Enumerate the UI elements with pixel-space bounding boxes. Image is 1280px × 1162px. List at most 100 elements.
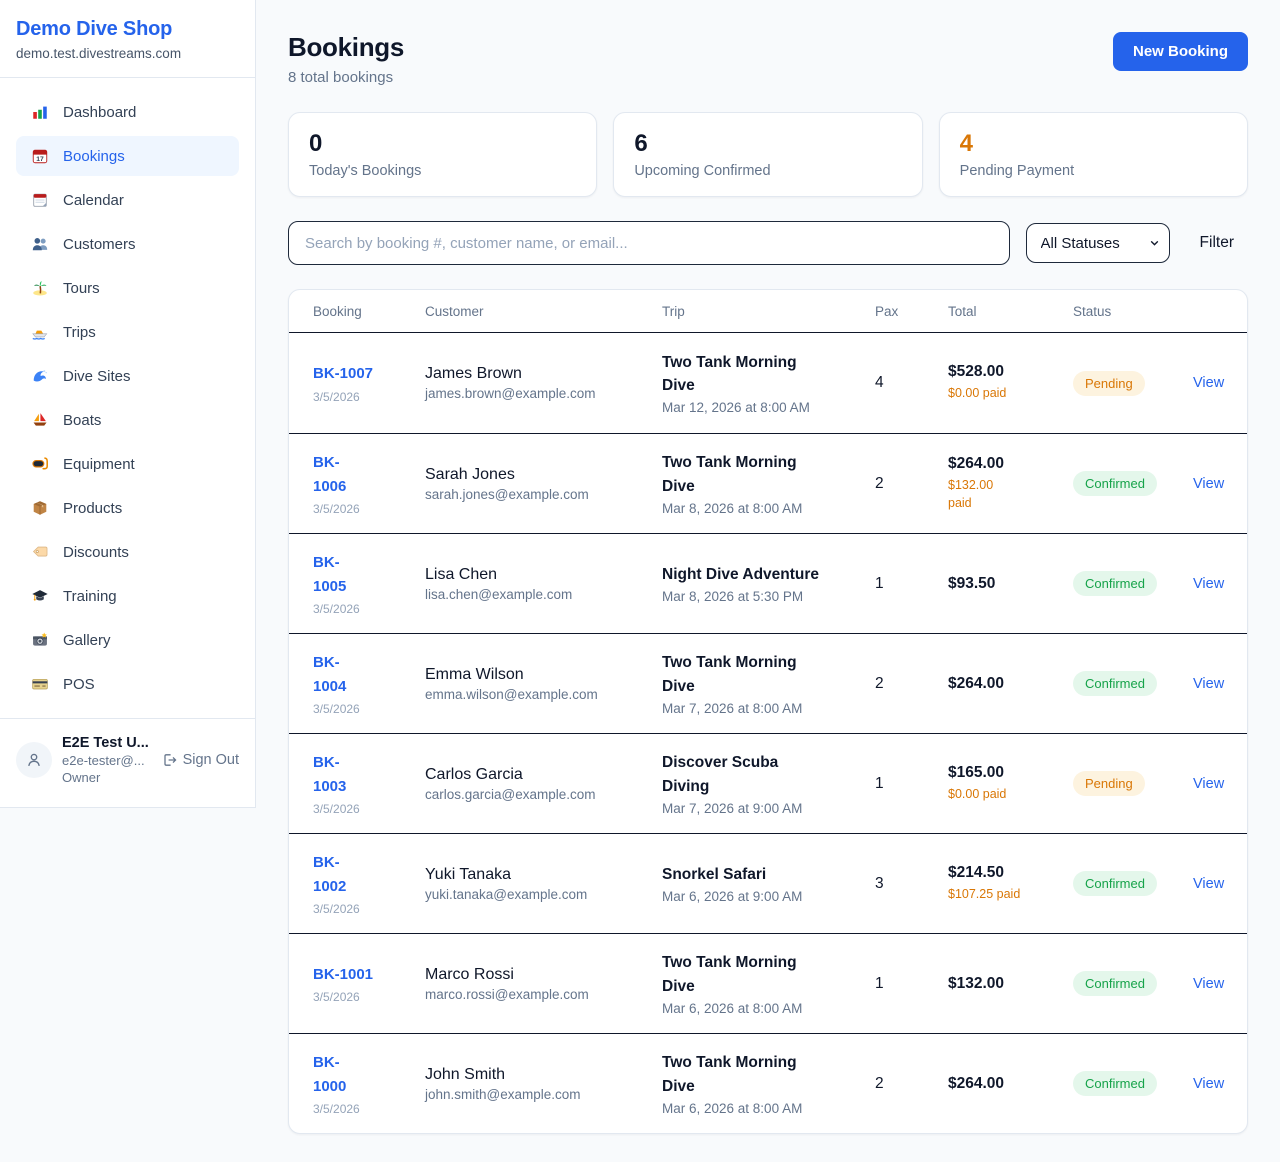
booking-id-link[interactable]: BK- 1000 [313,1051,346,1098]
new-booking-button[interactable]: New Booking [1113,32,1248,71]
status-cell: Pending [1073,771,1193,796]
view-link[interactable]: View [1193,676,1224,692]
sidebar-item-gallery[interactable]: Gallery [16,620,239,660]
booking-id-link[interactable]: BK- 1003 [313,751,346,798]
booking-date: 3/5/2026 [313,1102,425,1116]
actions-cell: View [1193,374,1224,392]
shop-domain: demo.test.divestreams.com [16,46,239,61]
sidebar-item-training[interactable]: Training [16,576,239,616]
trip-date: Mar 8, 2026 at 8:00 AM [662,501,875,516]
booking-id-link[interactable]: BK- 1005 [313,551,346,598]
sidebar-item-discounts[interactable]: Discounts [16,532,239,572]
total-cell: $165.00 $0.00 paid [948,764,1073,803]
trip-cell: Snorkel Safari Mar 6, 2026 at 9:00 AM [662,863,875,904]
trip-name: Two Tank Morning Dive [662,1051,875,1098]
customer-email: sarah.jones@example.com [425,487,662,502]
pax-value: 1 [875,775,948,793]
trip-cell: Discover Scuba Diving Mar 7, 2026 at 9:0… [662,751,875,816]
shop-name-link[interactable]: Demo Dive Shop [16,18,239,41]
total-cell: $264.00 $132.00 paid [948,455,1073,512]
booking-id-link[interactable]: BK- 1004 [313,651,346,698]
customer-name: Emma Wilson [425,666,662,684]
table-row: BK- 1002 3/5/2026 Yuki Tanaka yuki.tanak… [289,833,1247,933]
booking-id-link[interactable]: BK-1001 [313,963,373,986]
trip-cell: Two Tank Morning Dive Mar 7, 2026 at 8:0… [662,651,875,716]
sidebar-item-trips[interactable]: Trips [16,312,239,352]
sidebar-item-label: Dashboard [63,104,136,121]
status-filter-select[interactable]: All Statuses [1026,223,1170,263]
view-link[interactable]: View [1193,576,1224,592]
pax-value: 4 [875,374,948,392]
table-body: BK-1007 3/5/2026 James Brown james.brown… [289,333,1247,1133]
pos-icon [30,675,50,693]
booking-cell: BK- 1005 3/5/2026 [313,551,425,616]
booking-date: 3/5/2026 [313,502,425,516]
column-trip: Trip [662,304,875,319]
stat-card-todays-bookings: 0 Today's Bookings [288,112,597,197]
booking-id-link[interactable]: BK-1007 [313,362,373,385]
actions-cell: View [1193,475,1224,493]
sign-out-icon [161,752,177,768]
view-link[interactable]: View [1193,776,1224,792]
trip-name: Two Tank Morning Dive [662,451,875,498]
view-link[interactable]: View [1193,1076,1224,1092]
trip-name: Discover Scuba Diving [662,751,875,798]
sidebar-item-pos[interactable]: POS [16,664,239,704]
sidebar-item-equipment[interactable]: Equipment [16,444,239,484]
sign-out-button[interactable]: Sign Out [161,752,239,768]
status-cell: Confirmed [1073,471,1193,496]
equipment-icon [30,455,50,473]
sidebar-footer: E2E Test U... e2e-tester@... Owner Sign … [0,718,255,807]
booking-date: 3/5/2026 [313,902,425,916]
table-row: BK- 1005 3/5/2026 Lisa Chen lisa.chen@ex… [289,533,1247,633]
user-meta: E2E Test U... e2e-tester@... Owner [62,735,151,785]
actions-cell: View [1193,1075,1224,1093]
main-content: Bookings 8 total bookings New Booking 0 … [256,0,1280,1162]
trip-date: Mar 12, 2026 at 8:00 AM [662,400,875,415]
column-pax: Pax [875,304,948,319]
trip-date: Mar 7, 2026 at 8:00 AM [662,701,875,716]
status-cell: Confirmed [1073,671,1193,696]
bookings-table: Booking Customer Trip Pax Total Status B… [288,289,1248,1134]
customer-email: marco.rossi@example.com [425,987,662,1002]
total-amount: $264.00 [948,1075,1073,1093]
view-link[interactable]: View [1193,976,1224,992]
status-badge: Confirmed [1073,571,1157,596]
booking-id-link[interactable]: BK- 1002 [313,851,346,898]
sidebar-item-dashboard[interactable]: Dashboard [16,92,239,132]
sidebar-item-bookings[interactable]: 17 Bookings [16,136,239,176]
sidebar-item-calendar[interactable]: Calendar [16,180,239,220]
customer-cell: James Brown james.brown@example.com [425,365,662,401]
booking-date: 3/5/2026 [313,990,425,1004]
view-link[interactable]: View [1193,375,1224,391]
total-cell: $264.00 [948,1075,1073,1093]
trips-icon [30,323,50,341]
page-header: Bookings 8 total bookings New Booking [288,32,1248,86]
view-link[interactable]: View [1193,876,1224,892]
filter-button[interactable]: Filter [1186,234,1248,252]
booking-cell: BK- 1000 3/5/2026 [313,1051,425,1116]
table-header-row: Booking Customer Trip Pax Total Status [289,290,1247,333]
view-link[interactable]: View [1193,476,1224,492]
customer-name: Carlos Garcia [425,766,662,784]
paid-amount: $107.25 paid [948,885,1073,903]
sidebar-item-label: POS [63,676,95,693]
user-icon [25,751,43,769]
booking-date: 3/5/2026 [313,702,425,716]
sidebar-item-tours[interactable]: Tours [16,268,239,308]
sidebar-item-boats[interactable]: Boats [16,400,239,440]
trip-cell: Two Tank Morning Dive Mar 8, 2026 at 8:0… [662,451,875,516]
sidebar-item-label: Gallery [63,632,111,649]
booking-id-link[interactable]: BK- 1006 [313,451,346,498]
sidebar-item-customers[interactable]: Customers [16,224,239,264]
tours-icon [30,279,50,297]
search-input[interactable] [288,221,1010,265]
page-subtitle: 8 total bookings [288,69,404,86]
trip-name: Two Tank Morning Dive [662,651,875,698]
booking-cell: BK-1007 3/5/2026 [313,362,425,403]
sidebar-item-dive-sites[interactable]: Dive Sites [16,356,239,396]
customer-cell: John Smith john.smith@example.com [425,1066,662,1102]
sidebar-item-products[interactable]: Products [16,488,239,528]
controls-row: All Statuses Filter [288,221,1248,265]
total-cell: $264.00 [948,675,1073,693]
